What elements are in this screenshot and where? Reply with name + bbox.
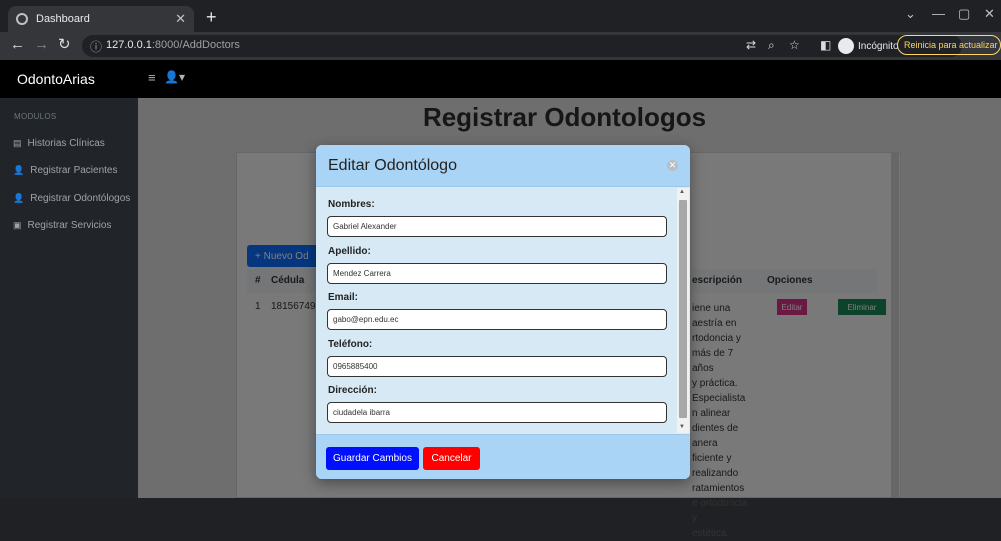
desc-line: e ortodoncia y bbox=[692, 498, 748, 524]
maximize-icon[interactable]: ▢ bbox=[958, 6, 970, 22]
new-tab-icon[interactable]: + bbox=[206, 8, 217, 26]
forward-icon[interactable]: → bbox=[34, 37, 49, 53]
save-button[interactable]: Guardar Cambios bbox=[326, 447, 419, 470]
scroll-up-icon[interactable]: ▲ bbox=[679, 189, 685, 195]
cancel-button[interactable]: Cancelar bbox=[423, 447, 480, 470]
sidebar-item-label: Registrar Odontólogos bbox=[30, 193, 131, 204]
browser-toolbar: ← → ↻ ⓘ 127.0.0.1:8000/AddDoctors ⇄ ⌕ ☆ … bbox=[0, 32, 1001, 60]
update-label: Reinicia para actualizar bbox=[904, 40, 998, 50]
direccion-label: Dirección: bbox=[328, 385, 377, 396]
apellido-field[interactable] bbox=[327, 263, 667, 284]
user-plus-icon: 👤 bbox=[13, 193, 25, 203]
site-info-icon[interactable]: ⓘ bbox=[90, 38, 102, 55]
incognito-icon bbox=[838, 38, 854, 54]
top-navbar: OdontoArias ≡ 👤▾ bbox=[0, 60, 1001, 98]
nombres-field[interactable] bbox=[327, 216, 667, 237]
zoom-icon[interactable]: ⌕ bbox=[768, 38, 775, 53]
modal-body: Nombres: Apellido: Email: Teléfono: Dire… bbox=[316, 188, 690, 433]
building-icon: ▣ bbox=[13, 220, 22, 230]
brand[interactable]: OdontoArias bbox=[17, 71, 95, 87]
telefono-label: Teléfono: bbox=[328, 339, 373, 350]
user-menu-icon[interactable]: 👤▾ bbox=[164, 70, 185, 84]
modal-title: Editar Odontólogo bbox=[328, 157, 457, 174]
translate-icon[interactable]: ⇄ bbox=[746, 38, 756, 52]
modal-footer: Guardar Cambios Cancelar bbox=[316, 434, 690, 479]
back-icon[interactable]: ← bbox=[10, 37, 25, 53]
reload-icon[interactable]: ↻ bbox=[58, 37, 71, 53]
tab-search-icon[interactable]: ⌄ bbox=[905, 6, 916, 22]
chrome-favicon-icon bbox=[16, 13, 28, 25]
user-plus-icon: 👤 bbox=[13, 165, 25, 175]
sidebar-item-label: Registrar Servicios bbox=[27, 220, 112, 231]
sidebar-item-historias[interactable]: ▤ Historias Clínicas bbox=[13, 138, 105, 149]
telefono-field[interactable] bbox=[327, 356, 667, 377]
incognito-label: Incógnito bbox=[858, 40, 899, 52]
direccion-field[interactable] bbox=[327, 402, 667, 423]
bookmark-star-icon[interactable]: ☆ bbox=[789, 38, 800, 52]
sidebar-item-pacientes[interactable]: 👤 Registrar Pacientes bbox=[13, 165, 117, 176]
side-panel-icon[interactable]: ◧ bbox=[820, 38, 831, 52]
tab-title: Dashboard bbox=[36, 13, 90, 25]
email-field[interactable] bbox=[327, 309, 667, 330]
scrollbar-thumb[interactable] bbox=[679, 200, 687, 418]
apellido-label: Apellido: bbox=[328, 246, 371, 257]
modal-scrollbar[interactable]: ▲ ▼ bbox=[677, 188, 689, 433]
update-button[interactable]: Reinicia para actualizar⋮ bbox=[897, 35, 1001, 55]
sidebar-item-odontologos[interactable]: 👤 Registrar Odontólogos bbox=[13, 193, 130, 204]
browser-tabbar: Dashboard ✕ + ⌄ — ▢ ✕ bbox=[0, 0, 1001, 32]
sidebar: MODULOS ▤ Historias Clínicas 👤 Registrar… bbox=[0, 98, 138, 498]
table-icon: ▤ bbox=[13, 138, 22, 148]
tab-close-icon[interactable]: ✕ bbox=[175, 11, 186, 27]
minimize-icon[interactable]: — bbox=[932, 6, 945, 21]
menu-toggle-icon[interactable]: ≡ bbox=[148, 70, 156, 85]
sidebar-item-label: Registrar Pacientes bbox=[30, 165, 118, 176]
close-window-icon[interactable]: ✕ bbox=[984, 6, 995, 22]
browser-tab[interactable]: Dashboard ✕ bbox=[8, 6, 194, 32]
sidebar-heading: MODULOS bbox=[14, 112, 57, 121]
modal-header: Editar Odontólogo ✕ bbox=[316, 145, 690, 187]
close-icon[interactable]: ✕ bbox=[667, 160, 678, 171]
desc-line: estética. bbox=[692, 528, 730, 539]
url-text: 127.0.0.1:8000/AddDoctors bbox=[106, 39, 240, 51]
sidebar-item-servicios[interactable]: ▣ Registrar Servicios bbox=[13, 220, 111, 231]
edit-doctor-modal: Editar Odontólogo ✕ Nombres: Apellido: E… bbox=[316, 145, 690, 479]
sidebar-item-label: Historias Clínicas bbox=[27, 138, 105, 149]
email-label: Email: bbox=[328, 292, 359, 303]
scroll-down-icon[interactable]: ▼ bbox=[679, 424, 685, 430]
nombres-label: Nombres: bbox=[328, 199, 375, 210]
incognito-badge[interactable]: Incógnito bbox=[838, 38, 899, 54]
